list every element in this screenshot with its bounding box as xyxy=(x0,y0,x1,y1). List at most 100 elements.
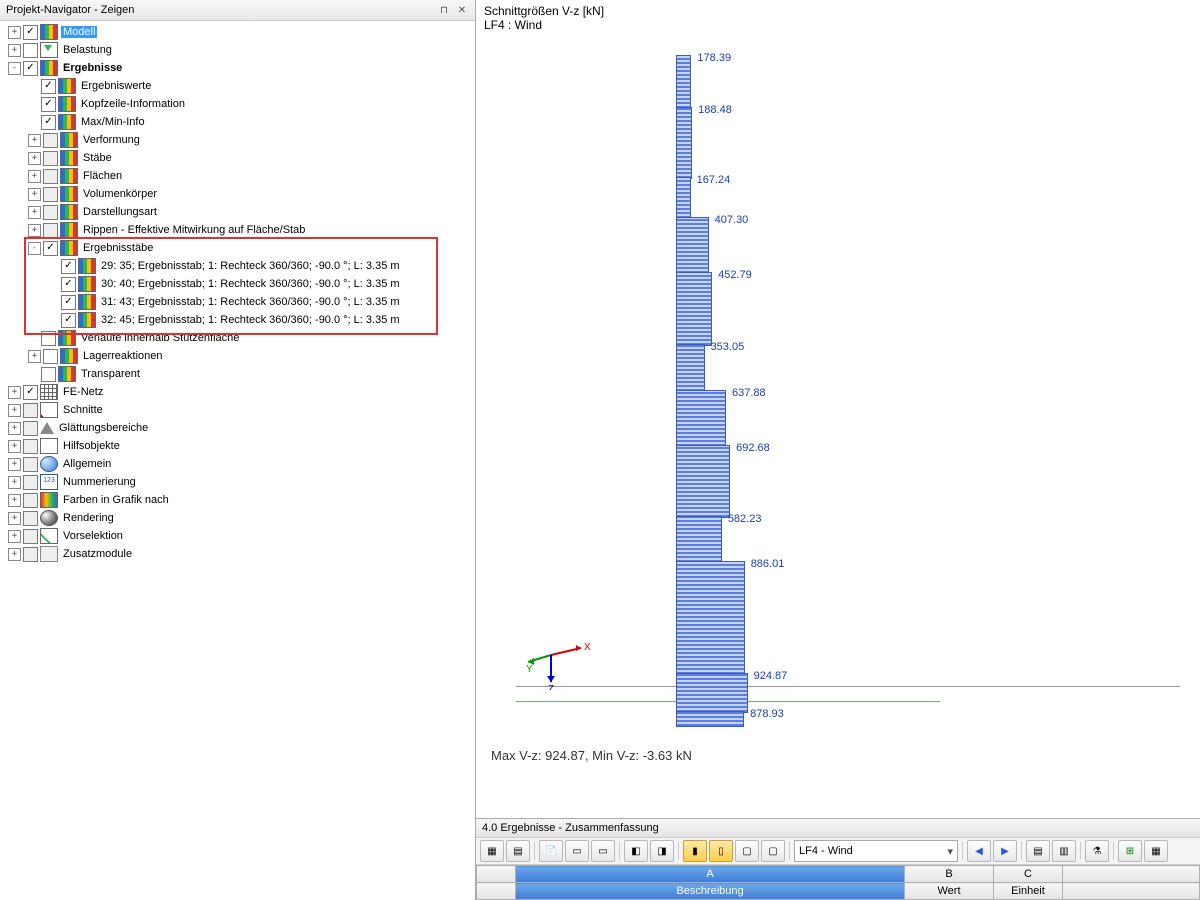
checkbox[interactable] xyxy=(61,313,76,328)
row-header[interactable] xyxy=(477,883,516,900)
col-header-a[interactable]: A xyxy=(516,866,905,883)
collapse-icon[interactable]: - xyxy=(28,242,41,255)
tb-btn-3[interactable]: 📄 xyxy=(539,840,563,862)
collapse-icon[interactable]: - xyxy=(8,62,21,75)
expand-icon[interactable]: + xyxy=(28,224,41,237)
tb-btn-7[interactable]: ◨ xyxy=(650,840,674,862)
close-icon[interactable]: ✕ xyxy=(455,3,469,17)
expand-icon[interactable]: + xyxy=(8,404,21,417)
tree-item[interactable]: 29: 35; Ergebnisstab; 1: Rechteck 360/36… xyxy=(2,257,475,275)
tree-item[interactable]: +Farben in Grafik nach xyxy=(2,491,475,509)
tb-btn-15[interactable]: ▥ xyxy=(1052,840,1076,862)
checkbox[interactable] xyxy=(61,259,76,274)
tree-item[interactable]: 30: 40; Ergebnisstab; 1: Rechteck 360/36… xyxy=(2,275,475,293)
checkbox[interactable] xyxy=(23,403,38,418)
expand-icon[interactable]: + xyxy=(28,206,41,219)
checkbox[interactable] xyxy=(23,511,38,526)
tree-item[interactable]: +Hilfsobjekte xyxy=(2,437,475,455)
tree-item[interactable]: +Verformung xyxy=(2,131,475,149)
checkbox[interactable] xyxy=(41,115,56,130)
expand-icon[interactable]: + xyxy=(28,188,41,201)
tree-item[interactable]: +Stäbe xyxy=(2,149,475,167)
checkbox[interactable] xyxy=(23,439,38,454)
tree-item[interactable]: +Rendering xyxy=(2,509,475,527)
checkbox[interactable] xyxy=(43,349,58,364)
expand-icon[interactable]: + xyxy=(8,440,21,453)
tb-btn-18[interactable]: ▦ xyxy=(1144,840,1168,862)
checkbox[interactable] xyxy=(23,547,38,562)
expand-icon[interactable]: + xyxy=(8,548,21,561)
loadcase-combo[interactable]: LF4 - Wind xyxy=(794,840,958,862)
tb-btn-14[interactable]: ▤ xyxy=(1026,840,1050,862)
navigator-tree[interactable]: +Modell+Belastung-ErgebnisseErgebniswert… xyxy=(0,21,475,900)
tb-btn-11[interactable]: ▢ xyxy=(761,840,785,862)
tree-item[interactable]: Max/Min-Info xyxy=(2,113,475,131)
tree-item[interactable]: +Darstellungsart xyxy=(2,203,475,221)
expand-icon[interactable]: + xyxy=(8,44,21,57)
checkbox[interactable] xyxy=(23,61,38,76)
expand-icon[interactable]: + xyxy=(8,422,21,435)
tb-btn-9[interactable]: ▯ xyxy=(709,840,733,862)
results-table[interactable]: A B C Beschreibung Wert Einheit xyxy=(476,865,1200,900)
checkbox[interactable] xyxy=(43,205,58,220)
expand-icon[interactable]: + xyxy=(8,530,21,543)
tree-item[interactable]: +Allgemein xyxy=(2,455,475,473)
checkbox[interactable] xyxy=(41,97,56,112)
tree-item[interactable]: -Ergebnisstäbe xyxy=(2,239,475,257)
tb-btn-4[interactable]: ▭ xyxy=(565,840,589,862)
tree-item[interactable]: +Lagerreaktionen xyxy=(2,347,475,365)
tb-btn-5[interactable]: ▭ xyxy=(591,840,615,862)
tree-item[interactable]: 32: 45; Ergebnisstab; 1: Rechteck 360/36… xyxy=(2,311,475,329)
tree-item[interactable]: +Glättungsbereiche xyxy=(2,419,475,437)
checkbox[interactable] xyxy=(43,241,58,256)
checkbox[interactable] xyxy=(61,295,76,310)
expand-icon[interactable]: + xyxy=(28,170,41,183)
checkbox[interactable] xyxy=(23,475,38,490)
tb-btn-1[interactable]: ▦ xyxy=(480,840,504,862)
expand-icon[interactable]: + xyxy=(8,458,21,471)
checkbox[interactable] xyxy=(23,529,38,544)
tree-item[interactable]: +123Nummerierung xyxy=(2,473,475,491)
tb-btn-8[interactable]: ▮ xyxy=(683,840,707,862)
expand-icon[interactable]: + xyxy=(8,494,21,507)
checkbox[interactable] xyxy=(43,223,58,238)
nav-first-icon[interactable]: ◀ xyxy=(967,840,991,862)
checkbox[interactable] xyxy=(43,169,58,184)
checkbox[interactable] xyxy=(41,331,56,346)
tb-btn-10[interactable]: ▢ xyxy=(735,840,759,862)
expand-icon[interactable]: + xyxy=(8,26,21,39)
checkbox[interactable] xyxy=(43,151,58,166)
nav-next-icon[interactable]: ▶ xyxy=(993,840,1017,862)
checkbox[interactable] xyxy=(23,25,38,40)
checkbox[interactable] xyxy=(23,493,38,508)
filter-icon[interactable]: ⚗ xyxy=(1085,840,1109,862)
pin-icon[interactable]: ⊓ xyxy=(437,3,451,17)
col-desc[interactable]: Beschreibung xyxy=(516,883,905,900)
col-einheit[interactable]: Einheit xyxy=(994,883,1063,900)
tree-item[interactable]: Ergebniswerte xyxy=(2,77,475,95)
expand-icon[interactable]: + xyxy=(28,134,41,147)
checkbox[interactable] xyxy=(23,385,38,400)
corner-cell[interactable] xyxy=(477,866,516,883)
tree-item[interactable]: +Rippen - Effektive Mitwirkung auf Fläch… xyxy=(2,221,475,239)
tb-btn-2[interactable]: ▤ xyxy=(506,840,530,862)
checkbox[interactable] xyxy=(43,133,58,148)
tree-item[interactable]: -Ergebnisse xyxy=(2,59,475,77)
tb-btn-6[interactable]: ◧ xyxy=(624,840,648,862)
expand-icon[interactable]: + xyxy=(8,512,21,525)
expand-icon[interactable]: + xyxy=(8,476,21,489)
checkbox[interactable] xyxy=(41,367,56,382)
expand-icon[interactable]: + xyxy=(28,152,41,165)
checkbox[interactable] xyxy=(23,457,38,472)
viewport-3d[interactable]: Schnittgrößen V-z [kN] LF4 : Wind 178.39… xyxy=(476,0,1200,818)
expand-icon[interactable]: + xyxy=(8,386,21,399)
tree-item[interactable]: +Schnitte xyxy=(2,401,475,419)
tree-item[interactable]: +Zusatzmodule xyxy=(2,545,475,563)
tree-item[interactable]: +Flächen xyxy=(2,167,475,185)
col-header-c[interactable]: C xyxy=(994,866,1063,883)
tree-item[interactable]: Transparent xyxy=(2,365,475,383)
tree-item[interactable]: +FE-Netz xyxy=(2,383,475,401)
tree-item[interactable]: +Belastung xyxy=(2,41,475,59)
checkbox[interactable] xyxy=(23,421,38,436)
col-wert[interactable]: Wert xyxy=(905,883,994,900)
